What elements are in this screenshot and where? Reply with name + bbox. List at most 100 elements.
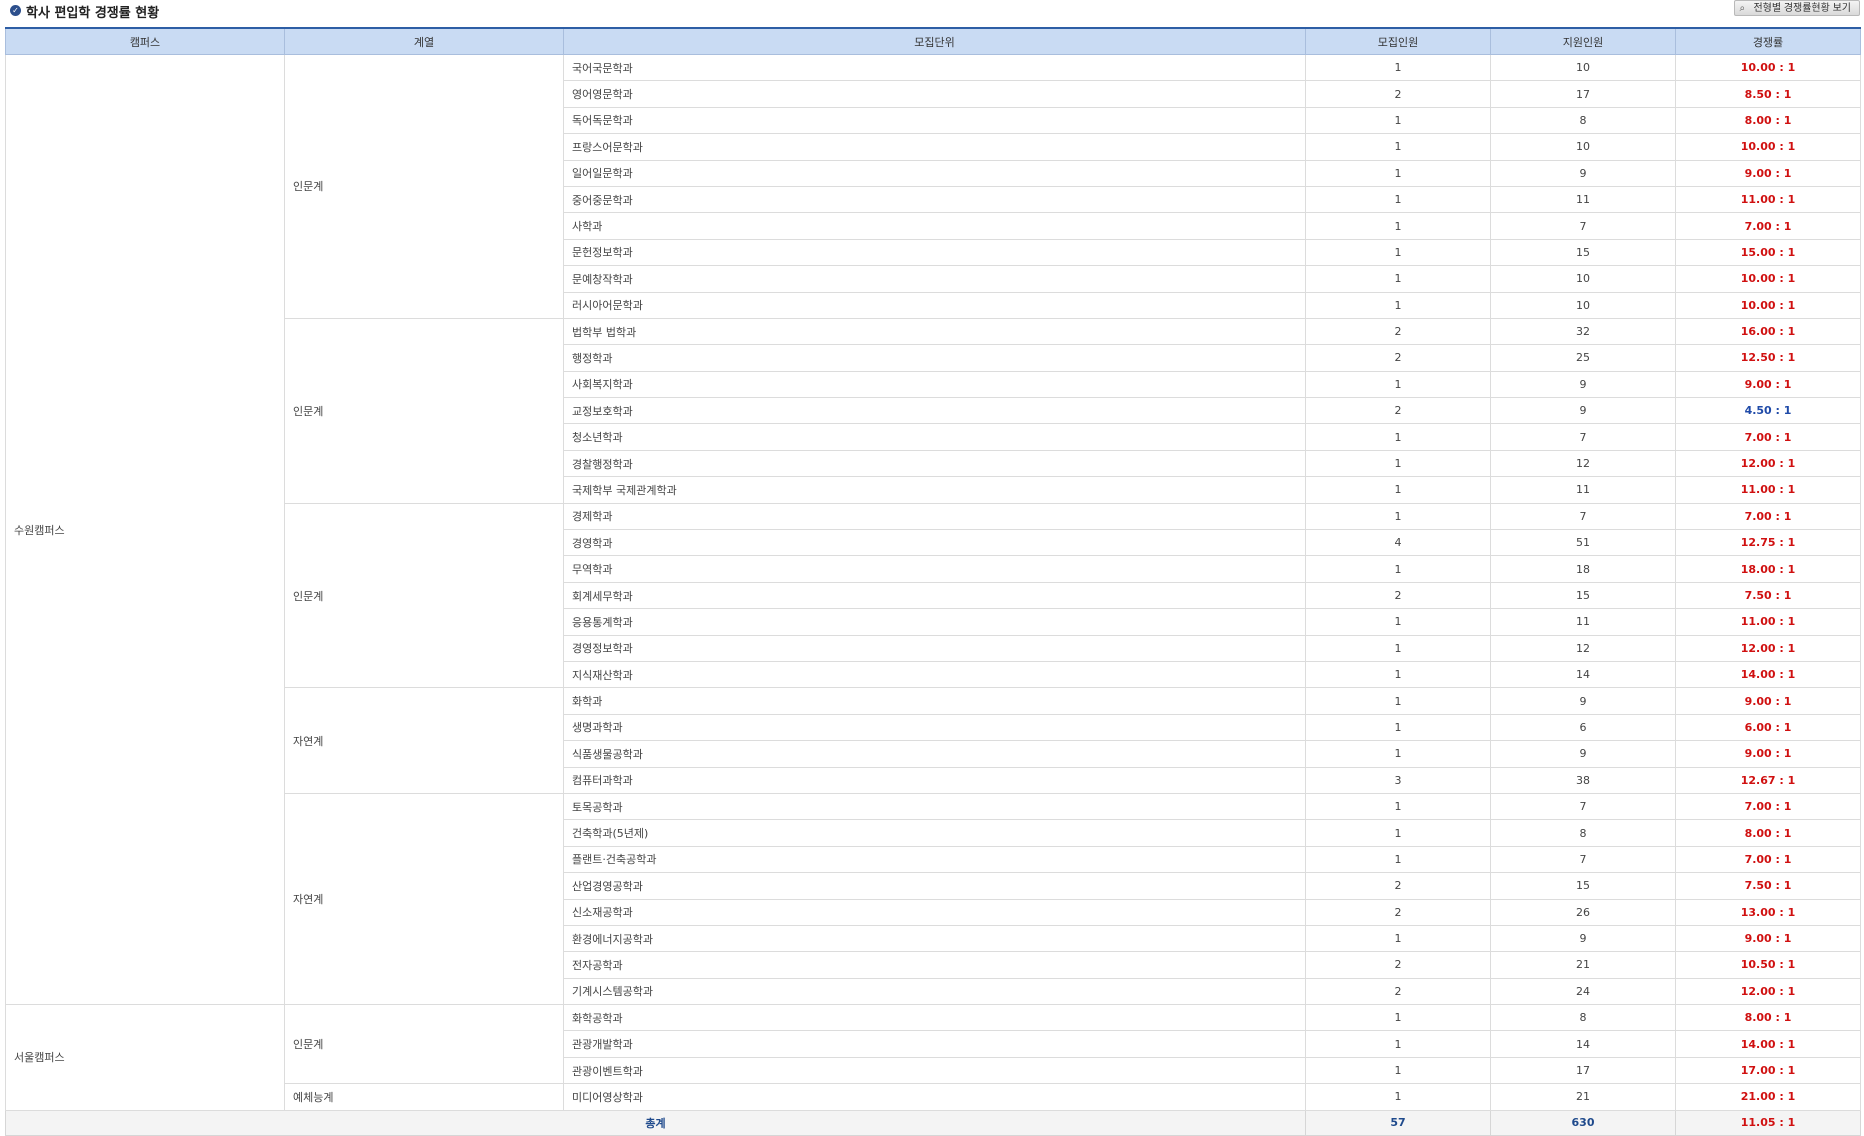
applicants-cell: 10 <box>1490 53 1676 82</box>
rate-cell: 12.00 : 1 <box>1675 977 1861 1006</box>
quota-cell: 1 <box>1305 687 1491 715</box>
rate-cell: 7.50 : 1 <box>1675 872 1861 900</box>
rate-cell: 6.00 : 1 <box>1675 713 1861 742</box>
applicants-cell: 14 <box>1490 660 1676 689</box>
view-by-type-button[interactable]: ⌕ 전형별 경쟁률현황 보기 <box>1734 0 1860 16</box>
unit-cell: 화학공학과 <box>563 1004 1306 1032</box>
rate-cell: 10.00 : 1 <box>1675 53 1861 82</box>
rate-cell: 11.00 : 1 <box>1675 476 1861 504</box>
unit-cell: 토목공학과 <box>563 792 1306 821</box>
rate-cell: 8.50 : 1 <box>1675 80 1861 108</box>
applicants-cell: 25 <box>1490 344 1676 372</box>
applicants-cell: 7 <box>1490 845 1676 874</box>
rate-cell: 7.00 : 1 <box>1675 845 1861 874</box>
applicants-cell: 21 <box>1490 951 1676 979</box>
unit-cell: 사학과 <box>563 212 1306 240</box>
applicants-cell: 38 <box>1490 766 1676 794</box>
table-row: 인문계 법학부 법학과 2 32 16.00 : 1 <box>6 317 1861 504</box>
unit-cell: 관광개발학과 <box>563 1030 1306 1058</box>
rate-cell: 9.00 : 1 <box>1675 924 1861 953</box>
quota-cell: 1 <box>1305 845 1491 874</box>
applicants-cell: 9 <box>1490 924 1676 953</box>
quota-cell: 1 <box>1305 238 1491 267</box>
unit-cell: 환경에너지공학과 <box>563 924 1306 953</box>
table-row: 서울캠퍼스 인문계 화학공학과 1 8 8.00 : 1 <box>5 1004 1861 1111</box>
table-row: 자연계 화학과 1 9 9.00 : 1 <box>6 687 1861 794</box>
rate-cell: 8.00 : 1 <box>1675 1004 1861 1032</box>
unit-cell: 청소년학과 <box>563 423 1306 451</box>
quota-cell: 4 <box>1305 529 1491 557</box>
quota-cell: 1 <box>1305 370 1491 399</box>
applicants-cell: 24 <box>1490 977 1676 1006</box>
rate-cell: 14.00 : 1 <box>1675 1030 1861 1058</box>
rate-cell: 7.00 : 1 <box>1675 212 1861 240</box>
page-title: 학사 편입학 경쟁률 현황 <box>26 6 160 21</box>
rate-cell: 9.00 : 1 <box>1675 740 1861 768</box>
total-applicants: 630 <box>1490 1109 1676 1136</box>
rate-cell: 10.00 : 1 <box>1675 265 1861 293</box>
series-cell: 인문계 <box>284 502 564 689</box>
col-header-series: 계열 <box>284 27 564 55</box>
quota-cell: 2 <box>1305 977 1491 1006</box>
quota-cell: 1 <box>1305 159 1491 187</box>
rate-cell: 12.00 : 1 <box>1675 449 1861 478</box>
table-row: 수원캠퍼스 인문계 국어국문학과 1 10 10.00 : 1 <box>5 53 1861 1006</box>
unit-cell: 일어일문학과 <box>563 159 1306 187</box>
series-cell: 인문계 <box>284 54 564 319</box>
rate-cell: 14.00 : 1 <box>1675 660 1861 689</box>
quota-cell: 2 <box>1305 872 1491 900</box>
unit-cell: 건축학과(5년제) <box>563 819 1306 847</box>
quota-cell: 3 <box>1305 766 1491 794</box>
total-rate: 11.05 : 1 <box>1675 1109 1861 1136</box>
rate-cell: 12.67 : 1 <box>1675 766 1861 794</box>
series-cell: 자연계 <box>284 792 564 1006</box>
unit-cell: 교정보호학과 <box>563 397 1306 425</box>
quota-cell: 1 <box>1305 291 1491 319</box>
applicants-cell: 9 <box>1490 740 1676 768</box>
quota-cell: 1 <box>1305 713 1491 742</box>
unit-cell: 독어독문학과 <box>563 106 1306 135</box>
col-header-unit: 모집단위 <box>563 27 1306 55</box>
table-row: 예체능계 미디어영상학과 1 21 21.00 : 1 <box>6 1083 1861 1111</box>
applicants-cell: 26 <box>1490 898 1676 926</box>
rate-cell: 12.50 : 1 <box>1675 344 1861 372</box>
quota-cell: 1 <box>1305 819 1491 847</box>
quota-cell: 1 <box>1305 740 1491 768</box>
quota-cell: 1 <box>1305 792 1491 821</box>
table-header-row: 캠퍼스 계열 모집단위 모집인원 지원인원 경쟁률 <box>5 27 1861 55</box>
applicants-cell: 11 <box>1490 476 1676 504</box>
unit-cell: 지식재산학과 <box>563 660 1306 689</box>
applicants-cell: 15 <box>1490 872 1676 900</box>
col-header-quota: 모집인원 <box>1305 27 1491 55</box>
quota-cell: 1 <box>1305 660 1491 689</box>
unit-cell: 행정학과 <box>563 344 1306 372</box>
unit-cell: 전자공학과 <box>563 951 1306 979</box>
quota-cell: 1 <box>1305 1056 1491 1085</box>
page: ✓ 학사 편입학 경쟁률 현황 ⌕ 전형별 경쟁률현황 보기 캠퍼스 계열 모집… <box>0 0 1864 1136</box>
campus-cell: 수원캠퍼스 <box>5 53 285 1006</box>
unit-cell: 영어영문학과 <box>563 80 1306 108</box>
quota-cell: 1 <box>1305 133 1491 161</box>
quota-cell: 2 <box>1305 951 1491 979</box>
unit-cell: 사회복지학과 <box>563 370 1306 399</box>
applicants-cell: 15 <box>1490 581 1676 610</box>
quota-cell: 2 <box>1305 80 1491 108</box>
quota-cell: 1 <box>1305 265 1491 293</box>
unit-cell: 무역학과 <box>563 555 1306 583</box>
rate-cell: 8.00 : 1 <box>1675 819 1861 847</box>
applicants-cell: 7 <box>1490 423 1676 451</box>
quota-cell: 1 <box>1305 634 1491 662</box>
applicants-cell: 7 <box>1490 792 1676 821</box>
quota-cell: 1 <box>1305 1083 1491 1111</box>
unit-cell: 경제학과 <box>563 502 1306 531</box>
unit-cell: 미디어영상학과 <box>563 1083 1306 1111</box>
check-circle-icon: ✓ <box>10 5 21 16</box>
rate-cell: 10.50 : 1 <box>1675 951 1861 979</box>
series-cell: 인문계 <box>284 317 564 504</box>
rate-cell: 12.00 : 1 <box>1675 634 1861 662</box>
unit-cell: 생명과학과 <box>563 713 1306 742</box>
quota-cell: 1 <box>1305 555 1491 583</box>
unit-cell: 러시아어문학과 <box>563 291 1306 319</box>
unit-cell: 신소재공학과 <box>563 898 1306 926</box>
rate-cell: 7.00 : 1 <box>1675 423 1861 451</box>
